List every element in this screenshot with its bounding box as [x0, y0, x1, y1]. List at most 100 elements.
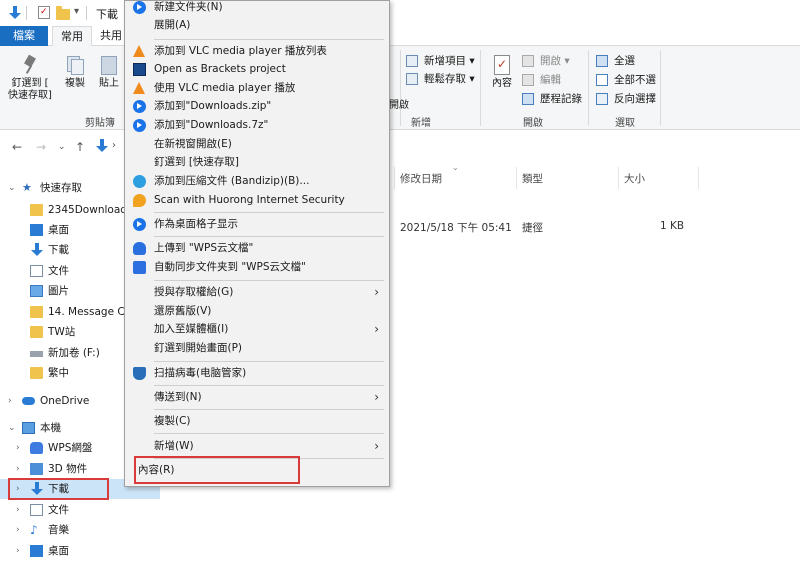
- tab-file[interactable]: 檔案: [0, 26, 48, 46]
- chevron-right-icon: ›: [374, 390, 379, 404]
- menu-add-zip[interactable]: 添加到"Downloads.zip": [125, 97, 389, 116]
- menu-separator: [154, 385, 384, 386]
- nav-pictures-label: 圖片: [48, 285, 69, 297]
- file-size: 1 KB: [660, 220, 685, 232]
- wps-sync-icon: [133, 261, 146, 274]
- menu-new[interactable]: 新增(W) ›: [125, 437, 389, 456]
- new-item-icon: [406, 55, 418, 67]
- select-all-button[interactable]: 全選: [596, 52, 635, 70]
- chevron-right-icon: ›: [374, 322, 379, 336]
- tab-home[interactable]: 常用: [52, 26, 92, 46]
- menu-open-brackets[interactable]: Open as Brackets project: [125, 60, 389, 79]
- nav-wps-disk-label: WPS網盤: [48, 442, 93, 454]
- shield-icon: [133, 367, 146, 380]
- menu-separator: [154, 361, 384, 362]
- menu-upload-wps[interactable]: 上傳到 "WPS云文檔": [125, 239, 389, 258]
- column-size-header[interactable]: 大小: [624, 171, 645, 186]
- menu-send-to-label: 傳送到(N): [154, 391, 202, 403]
- expand-chevron-icon[interactable]: ›: [16, 438, 24, 458]
- menu-include-library[interactable]: 加入至媒體櫃(I) ›: [125, 320, 389, 339]
- pin-quick-access-button[interactable]: 釘選到 [ 快速存取]: [6, 54, 54, 102]
- tab-share[interactable]: 共用: [94, 26, 128, 46]
- file-type: 捷徑: [522, 222, 543, 234]
- nav-pc-documents[interactable]: › 文件: [0, 500, 160, 520]
- nav-message-center-label: 14. Message Ce: [48, 306, 132, 318]
- menu-restore-versions[interactable]: 還原舊版(V): [125, 302, 389, 321]
- ribbon: 釘選到 [ 快速存取] 複製 貼上 剪貼簿 開啟 新增項目 ▾ 輕鬆存取 ▾ 新…: [0, 46, 800, 130]
- new-item-button[interactable]: 新增項目 ▾: [406, 52, 475, 70]
- menu-new-folder[interactable]: 新建文件夹(N): [125, 0, 389, 17]
- menu-desktop-grid-label: 作為桌面格子显示: [154, 218, 238, 230]
- paste-button[interactable]: 貼上: [94, 54, 124, 90]
- menu-pin-start[interactable]: 釘選到開始畫面(P): [125, 339, 389, 358]
- bandizip-icon: [133, 119, 146, 132]
- expand-chevron-icon[interactable]: ›: [16, 459, 24, 479]
- properties-button[interactable]: ✓ 內容: [488, 54, 516, 90]
- history-button[interactable]: 歷程記錄: [522, 90, 582, 108]
- column-type-header[interactable]: 類型: [522, 171, 543, 186]
- column-separator: [698, 167, 699, 189]
- select-none-button[interactable]: 全部不選: [596, 71, 656, 89]
- menu-copy-label: 複製(C): [154, 415, 191, 427]
- pin-icon: [19, 54, 41, 76]
- bandizip-icon: [133, 100, 146, 113]
- nav-music[interactable]: › ♪ 音樂: [0, 520, 160, 540]
- menu-pin-start-label: 釘選到開始畫面(P): [154, 342, 243, 354]
- folder-icon: [30, 204, 43, 216]
- open-menu-button[interactable]: 開啟 ▾: [522, 52, 570, 70]
- menu-sync-wps[interactable]: 自動同步文件夹到 "WPS云文檔": [125, 258, 389, 277]
- forward-arrow-icon[interactable]: →: [36, 140, 46, 154]
- menu-separator: [154, 212, 384, 213]
- menu-new-folder-label: 新建文件夹(N): [154, 1, 223, 13]
- menu-scan-virus[interactable]: 扫描病毒(电脑管家): [125, 364, 389, 383]
- menu-include-library-label: 加入至媒體櫃(I): [154, 323, 229, 335]
- recent-locations-icon[interactable]: ⌄: [58, 142, 66, 152]
- menu-restore-versions-label: 還原舊版(V): [154, 305, 212, 317]
- expand-chevron-icon[interactable]: ⌄: [8, 418, 16, 438]
- nav-onedrive-label: OneDrive: [40, 395, 90, 407]
- menu-open-new-window-label: 在新視窗開啟(E): [154, 138, 232, 150]
- easy-access-button[interactable]: 輕鬆存取 ▾: [406, 70, 475, 88]
- menu-send-to[interactable]: 傳送到(N) ›: [125, 388, 389, 407]
- menu-scan-virus-label: 扫描病毒(电脑管家): [154, 367, 247, 379]
- menu-pin-quick-access[interactable]: 釘選到 [快速存取]: [125, 153, 389, 172]
- history-label: 歷程記錄: [540, 93, 582, 105]
- edit-label: 編輯: [540, 74, 561, 86]
- nav-quick-access-label: 快速存取: [40, 182, 82, 194]
- invert-selection-button[interactable]: 反向選擇: [596, 90, 656, 108]
- nav-tw-station-label: TW站: [48, 326, 76, 338]
- title-bar: ✓ ▾ 下載: [0, 0, 800, 26]
- expand-chevron-icon[interactable]: ›: [16, 541, 24, 561]
- ribbon-separator: [480, 50, 481, 126]
- paste-label: 貼上: [99, 78, 119, 89]
- menu-add-7z[interactable]: 添加到"Downloads.7z": [125, 116, 389, 135]
- select-all-icon: [596, 55, 608, 67]
- ribbon-tabs: 檔案 常用 共用: [0, 26, 800, 46]
- menu-copy[interactable]: 複製(C): [125, 412, 389, 431]
- copy-button[interactable]: 複製: [60, 54, 90, 90]
- menu-vlc-play[interactable]: 使用 VLC media player 播放: [125, 79, 389, 98]
- nav-pc-desktop[interactable]: › 桌面: [0, 541, 160, 561]
- download-arrow-icon: [8, 6, 22, 20]
- select-group-label: 選取: [615, 118, 635, 129]
- breadcrumb-chevron-icon[interactable]: ›: [112, 140, 116, 151]
- customize-quick-access-icon[interactable]: ▾: [74, 6, 79, 17]
- column-date-header[interactable]: 修改日期: [400, 171, 442, 186]
- expand-chevron-icon[interactable]: ›: [16, 500, 24, 520]
- menu-grant-access[interactable]: 授與存取權給(G) ›: [125, 283, 389, 302]
- menu-bandizip[interactable]: 添加到压縮文件 (Bandizip)(B)...: [125, 172, 389, 191]
- expand-chevron-icon[interactable]: ›: [8, 391, 16, 411]
- expand-chevron-icon[interactable]: ›: [16, 520, 24, 540]
- menu-expand[interactable]: 展開(A): [125, 16, 389, 35]
- menu-desktop-grid[interactable]: 作為桌面格子显示: [125, 215, 389, 234]
- back-arrow-icon[interactable]: ←: [12, 140, 22, 154]
- menu-sync-wps-label: 自動同步文件夹到 "WPS云文檔": [154, 261, 306, 273]
- window-title: 下載: [96, 8, 118, 21]
- edit-button[interactable]: 編輯: [522, 71, 561, 89]
- menu-vlc-add-playlist[interactable]: 添加到 VLC media player 播放列表: [125, 42, 389, 61]
- new-folder-quick-icon[interactable]: [56, 6, 70, 20]
- up-arrow-icon[interactable]: ↑: [75, 140, 85, 154]
- expand-chevron-icon[interactable]: ⌄: [8, 178, 16, 198]
- menu-huorong[interactable]: Scan with Huorong Internet Security: [125, 191, 389, 210]
- menu-open-new-window[interactable]: 在新視窗開啟(E): [125, 135, 389, 154]
